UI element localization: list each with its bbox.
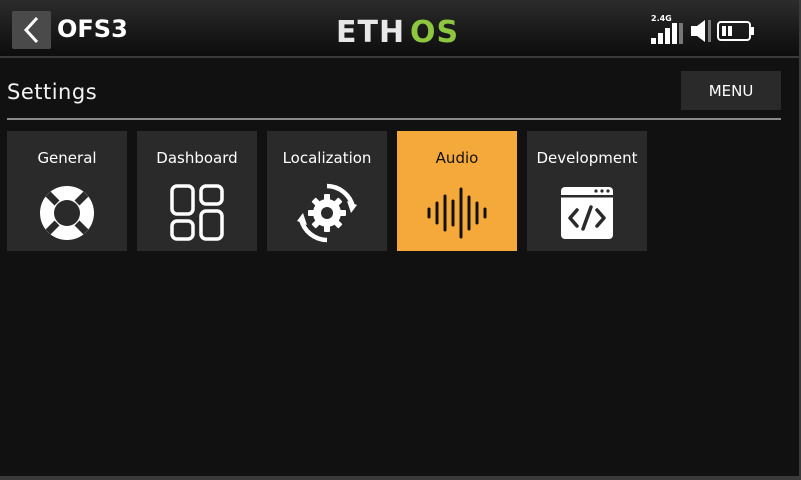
logo-text-left: ETH [336, 15, 405, 49]
tile-label: Localization [282, 149, 372, 167]
signal-bars-icon [651, 23, 683, 44]
tile-audio[interactable]: Audio [397, 131, 517, 251]
tile-label: Development [536, 149, 638, 167]
top-bar: OFS3 ETH OS 2.4G [0, 0, 801, 58]
header-divider [7, 118, 781, 120]
logo-text-right: OS [410, 15, 459, 49]
speaker-icon [691, 20, 711, 42]
tile-general[interactable]: General [7, 131, 127, 251]
model-name: OFS3 [57, 15, 128, 43]
battery-icon [717, 21, 754, 41]
tile-dashboard[interactable]: Dashboard [137, 131, 257, 251]
lifebuoy-icon [40, 186, 94, 240]
back-button[interactable] [12, 11, 51, 49]
gear-refresh-icon [297, 183, 357, 243]
chevron-left-icon [23, 16, 38, 44]
tile-label: Dashboard [156, 149, 238, 167]
ethos-logo: ETH OS [336, 15, 459, 49]
screen-edge [0, 476, 801, 480]
tile-localization[interactable]: Localization [267, 131, 387, 251]
page-title: Settings [7, 80, 98, 104]
dashboard-grid-icon [170, 184, 224, 241]
status-area: 2.4G [651, 14, 781, 46]
tile-label: Audio [435, 149, 479, 167]
code-window-icon [561, 187, 613, 239]
tile-development[interactable]: Development [527, 131, 647, 251]
tile-label: General [37, 149, 97, 167]
menu-button[interactable]: MENU [681, 71, 781, 110]
sound-wave-icon [427, 187, 487, 239]
